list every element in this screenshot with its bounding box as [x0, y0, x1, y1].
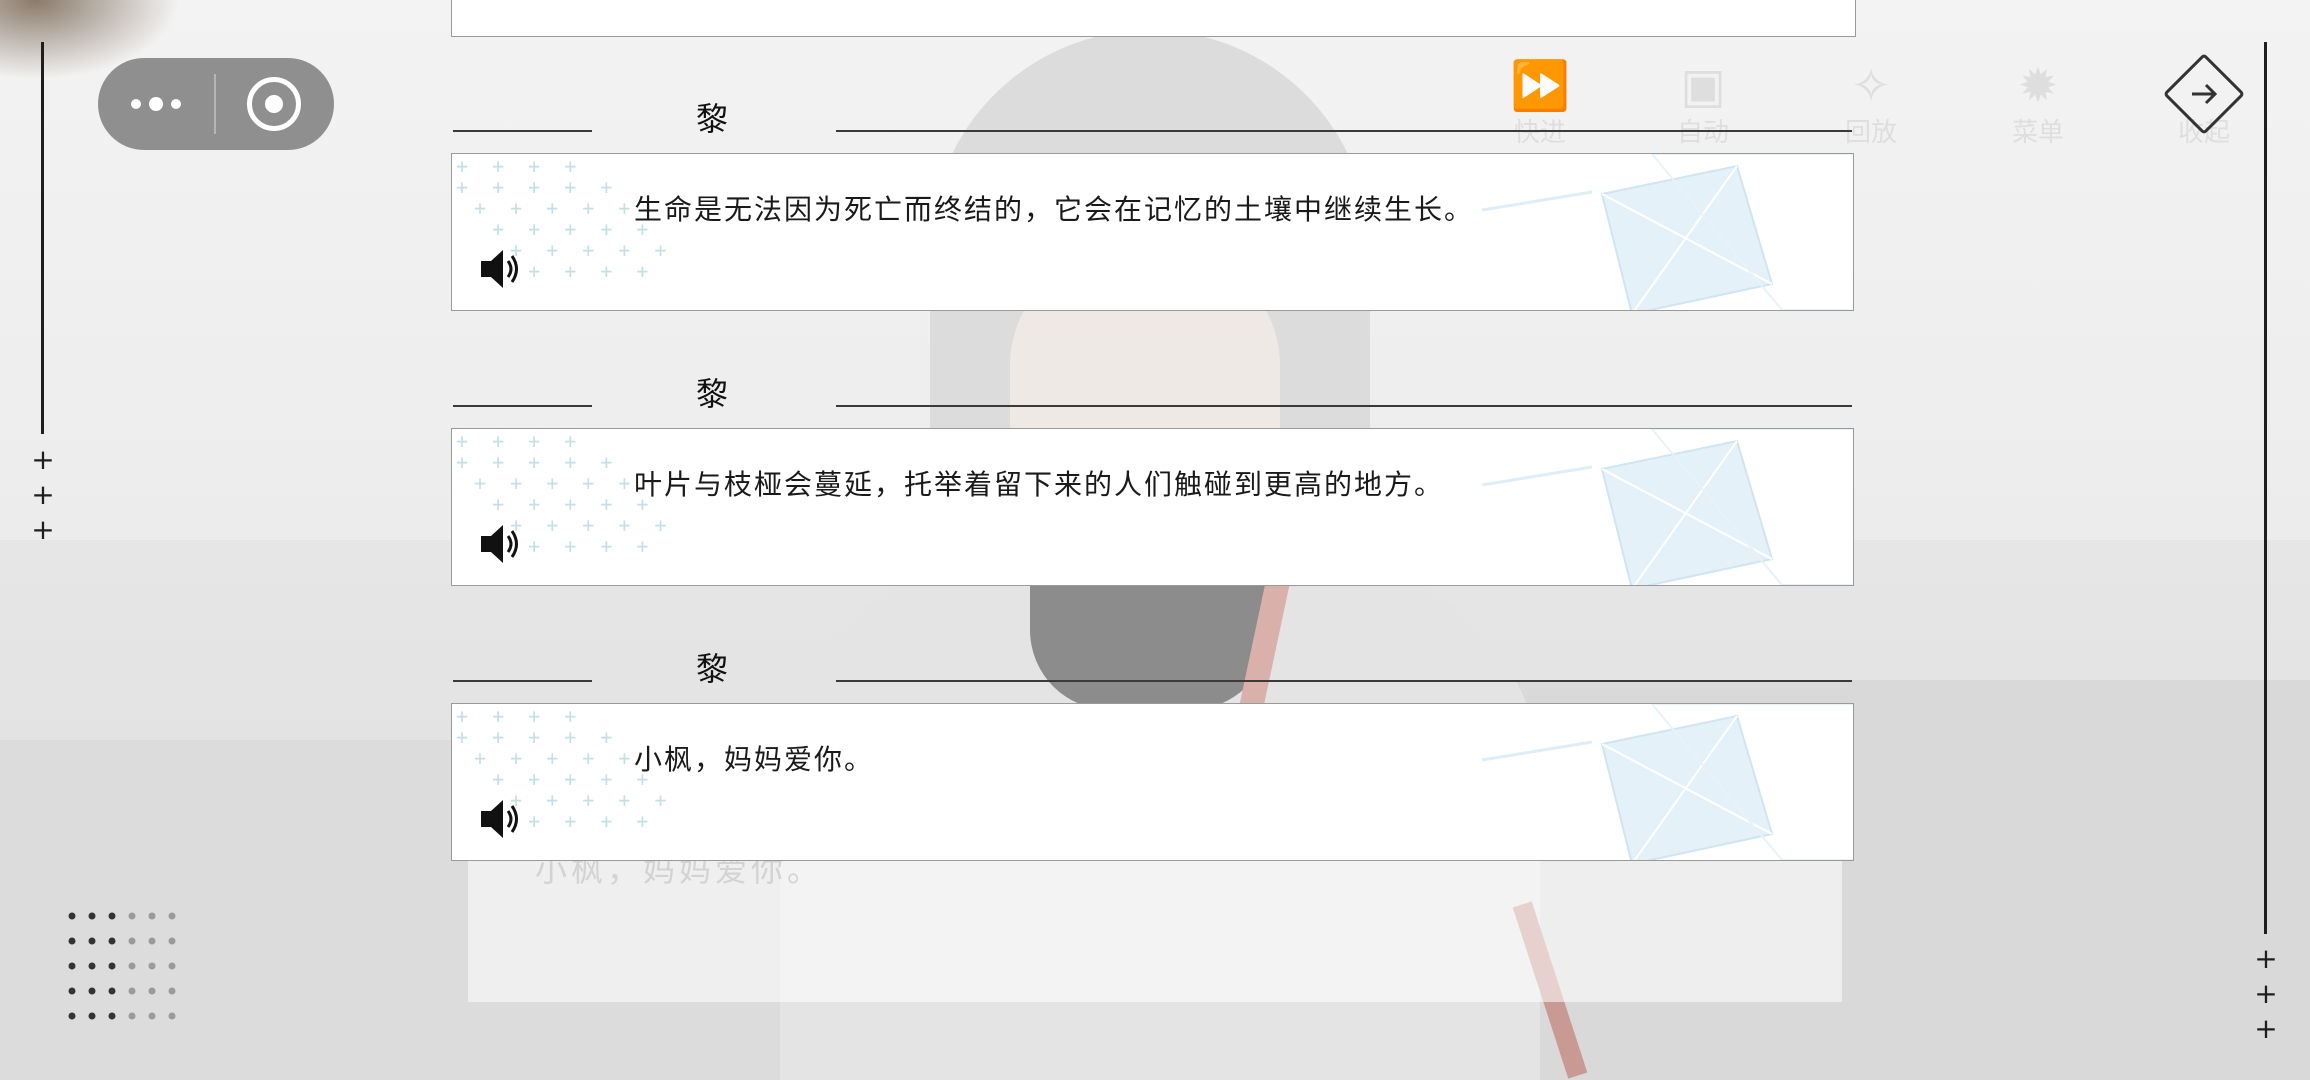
hud-label: 菜单 [2012, 118, 2065, 148]
voice-replay-button[interactable] [478, 246, 524, 292]
plus-icon: + [2254, 942, 2278, 975]
speaker-row: 黎 [451, 638, 1854, 688]
plus-icon: + [31, 513, 55, 546]
speaker-name: 黎 [696, 100, 729, 138]
divider-line [836, 130, 1852, 132]
speaker-row: 黎 [451, 363, 1854, 413]
divider-line [453, 130, 592, 132]
mini-program-capsule [98, 58, 334, 150]
replay-icon: ✧ [1850, 58, 1892, 114]
dialogue-card: + + + + + + + + + + + + + + + + + + + + … [451, 153, 1854, 311]
gear-icon: ✹ [2017, 58, 2059, 114]
dialogue-card: + + + + + + + + + + + + + + + + + + + + … [451, 428, 1854, 586]
dialogue-text: 小枫，妈妈爱你。 [634, 743, 875, 776]
divider-line [836, 405, 1852, 407]
target-center [265, 95, 283, 113]
divider-line [836, 680, 1852, 682]
more-button[interactable] [98, 58, 214, 150]
dialogue-card: + + + + + + + + + + + + + + + + + + + + … [451, 703, 1854, 861]
log-entry: 黎 + + + + + + + + + + + + + + + + + + + … [451, 638, 1854, 861]
diamond-decoration [1482, 704, 1853, 860]
log-entry: 黎 + + + + + + + + + + + + + + + + + + + … [451, 88, 1854, 311]
log-entry-previous [451, 0, 1856, 37]
back-button[interactable] [2162, 52, 2246, 136]
more-dots-icon [149, 97, 163, 111]
right-rail [2264, 42, 2267, 934]
speaker-name: 黎 [696, 375, 729, 413]
dialogue-text: 叶片与枝桠会蔓延，托举着留下来的人们触碰到更高的地方。 [634, 468, 1445, 501]
close-button[interactable] [216, 58, 332, 150]
speaker-row: 黎 [451, 88, 1854, 138]
more-dots-icon [171, 99, 181, 109]
plus-icon: + [2254, 1012, 2278, 1045]
dialogue-text: 生命是无法因为死亡而终结的，它会在记忆的土壤中继续生长。 [634, 193, 1475, 226]
diamond-decoration [1482, 154, 1853, 310]
log-entry: 黎 + + + + + + + + + + + + + + + + + + + … [451, 363, 1854, 586]
plus-icon: + [2254, 977, 2278, 1010]
speaker-name: 黎 [696, 650, 729, 688]
hud-menu: ✹ 菜单 [2012, 60, 2064, 149]
divider-line [453, 405, 592, 407]
divider-line [453, 680, 592, 682]
dot-grid-decoration [68, 912, 176, 1020]
diamond-decoration [1482, 429, 1853, 585]
left-rail [41, 42, 44, 434]
voice-replay-button[interactable] [478, 521, 524, 567]
more-dots-icon [131, 99, 141, 109]
plus-icon: + [31, 478, 55, 511]
arrow-right-icon [2192, 83, 2218, 105]
voice-replay-button[interactable] [478, 796, 524, 842]
plus-icon: + [31, 443, 55, 476]
target-circle-icon [247, 77, 301, 131]
